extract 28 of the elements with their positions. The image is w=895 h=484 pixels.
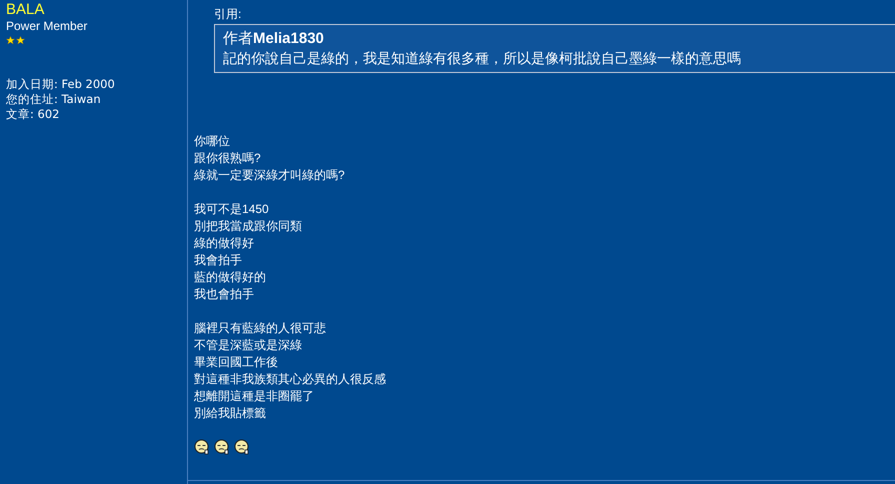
- post-line: 綠的做得好: [194, 235, 255, 252]
- post-line: 想離開這種是非圈罷了: [194, 388, 315, 405]
- profile-detail: 您的住址: Taiwan: [6, 92, 102, 107]
- profile-detail: 文章: 602: [6, 107, 60, 122]
- emoticon-icon: [234, 439, 250, 455]
- post-line: 我可不是1450: [194, 201, 270, 218]
- post-line: 跟你很熟嗎?: [194, 150, 262, 167]
- quote-text: 記的你說自己是綠的，我是知道綠有很多種，所以是像柯批說自己墨綠一樣的意思嗎: [223, 49, 742, 68]
- star-icon: [6, 36, 15, 44]
- post-line: 不管是深藍或是深綠: [194, 337, 303, 354]
- post-line: 藍的做得好的: [194, 269, 267, 286]
- emoticon-icon: [194, 439, 210, 455]
- emoticon-icon: [214, 439, 230, 455]
- post-line: 我也會拍手: [194, 286, 255, 303]
- quote-author: 作者Melia1830: [223, 29, 325, 49]
- post-line: 綠就一定要深綠才叫綠的嗎?: [194, 167, 346, 184]
- post-line: 腦裡只有藍綠的人很可悲: [194, 320, 327, 337]
- member-rank: Power Member: [6, 19, 88, 33]
- profile-detail: 加入日期: Feb 2000: [6, 77, 116, 92]
- post-line: 對這種非我族類其心必異的人很反感: [194, 371, 387, 388]
- quote-label: 引用:: [214, 6, 242, 22]
- post-line: 別把我當成跟你同類: [194, 218, 303, 235]
- post-line: 我會拍手: [194, 252, 243, 269]
- username[interactable]: BALA: [6, 1, 187, 19]
- post-line: 你哪位: [194, 133, 231, 150]
- star-icon: [16, 36, 25, 44]
- post-line: 畢業回國工作後: [194, 354, 279, 371]
- post-line: 別給我貼標籤: [194, 405, 267, 422]
